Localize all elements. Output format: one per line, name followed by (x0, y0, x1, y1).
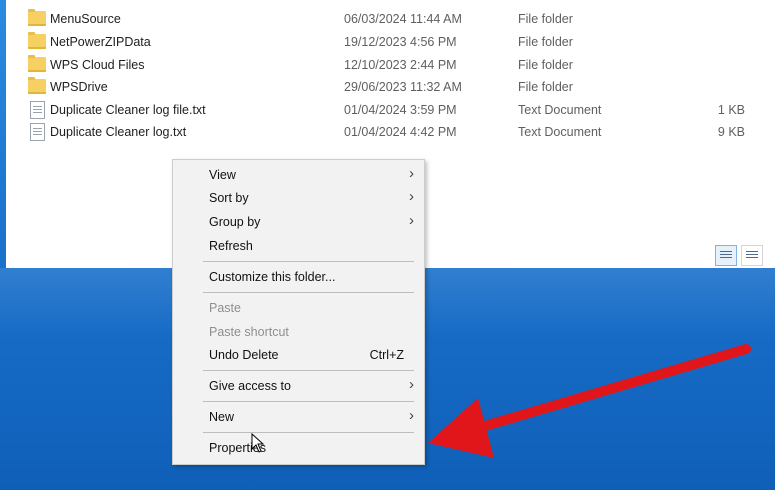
text-document-icon (30, 101, 45, 119)
menu-item-shortcut: Ctrl+Z (369, 348, 404, 362)
file-date: 06/03/2024 11:44 AM (344, 12, 462, 26)
file-name: Duplicate Cleaner log.txt (50, 125, 187, 139)
menu-item-label: Sort by (209, 191, 249, 205)
menu-item-view[interactable]: View › (173, 164, 424, 186)
menu-item-new[interactable]: New › (173, 406, 424, 428)
menu-item-properties[interactable]: Properties (173, 437, 424, 459)
list-item[interactable]: WPSDrive 29/06/2023 11:32 AM File folder (6, 76, 775, 98)
file-name: WPSDrive (50, 80, 108, 94)
file-type: File folder (518, 58, 573, 72)
menu-item-paste-shortcut[interactable]: Paste shortcut (173, 321, 424, 343)
file-type: File folder (518, 12, 573, 26)
list-item[interactable]: MenuSource 06/03/2024 11:44 AM File fold… (6, 8, 775, 30)
large-icons-view-button[interactable] (741, 245, 763, 266)
list-item[interactable]: Duplicate Cleaner log.txt 01/04/2024 4:4… (6, 121, 775, 143)
chevron-right-icon: › (409, 212, 414, 229)
chevron-right-icon: › (409, 188, 414, 205)
text-document-icon (30, 123, 45, 141)
menu-item-group-by[interactable]: Group by › (173, 211, 424, 233)
menu-item-label: Give access to (209, 379, 291, 393)
chevron-right-icon: › (409, 165, 414, 182)
list-item[interactable]: NetPowerZIPData 19/12/2023 4:56 PM File … (6, 31, 775, 53)
file-name: Duplicate Cleaner log file.txt (50, 103, 206, 117)
file-date: 12/10/2023 2:44 PM (344, 58, 457, 72)
menu-separator (203, 432, 414, 433)
menu-item-refresh[interactable]: Refresh (173, 235, 424, 257)
file-type: Text Document (518, 125, 602, 139)
file-type: Text Document (518, 103, 602, 117)
file-type: File folder (518, 80, 573, 94)
menu-item-customize-folder[interactable]: Customize this folder... (173, 266, 424, 288)
menu-item-label: Paste shortcut (209, 325, 289, 339)
chevron-right-icon: › (409, 376, 414, 393)
menu-item-label: Group by (209, 215, 261, 229)
folder-icon (28, 77, 46, 94)
menu-item-label: New (209, 410, 235, 424)
chevron-right-icon: › (409, 407, 414, 424)
mouse-cursor-icon (251, 433, 265, 453)
menu-separator (203, 292, 414, 293)
context-menu: View › Sort by › Group by › Refresh Cust… (172, 159, 425, 465)
menu-separator (203, 401, 414, 402)
menu-item-label: Refresh (209, 239, 253, 253)
menu-item-label: Undo Delete (209, 348, 279, 362)
list-item[interactable]: WPS Cloud Files 12/10/2023 2:44 PM File … (6, 54, 775, 76)
menu-item-paste[interactable]: Paste (173, 297, 424, 319)
file-date: 29/06/2023 11:32 AM (344, 80, 462, 94)
large-icons-view-icon (746, 251, 758, 252)
file-date: 19/12/2023 4:56 PM (344, 35, 457, 49)
file-type: File folder (518, 35, 573, 49)
file-date: 01/04/2024 3:59 PM (344, 103, 457, 117)
menu-item-label: Paste (209, 301, 241, 315)
menu-separator (203, 261, 414, 262)
list-item[interactable]: Duplicate Cleaner log file.txt 01/04/202… (6, 99, 775, 121)
details-view-icon (720, 251, 732, 252)
file-size: 9 KB (717, 125, 745, 139)
menu-item-undo-delete[interactable]: Undo Delete Ctrl+Z (173, 344, 424, 366)
menu-separator (203, 370, 414, 371)
file-size: 1 KB (717, 103, 745, 117)
details-view-button[interactable] (715, 245, 737, 266)
menu-item-label: Customize this folder... (209, 270, 336, 284)
folder-icon (28, 55, 46, 72)
file-name: WPS Cloud Files (50, 58, 145, 72)
folder-icon (28, 9, 46, 26)
file-date: 01/04/2024 4:42 PM (344, 125, 457, 139)
file-name: MenuSource (50, 12, 121, 26)
folder-icon (28, 32, 46, 49)
file-name: NetPowerZIPData (50, 35, 151, 49)
menu-item-give-access[interactable]: Give access to › (173, 375, 424, 397)
menu-item-label: View (209, 168, 236, 182)
menu-item-sort-by[interactable]: Sort by › (173, 187, 424, 209)
